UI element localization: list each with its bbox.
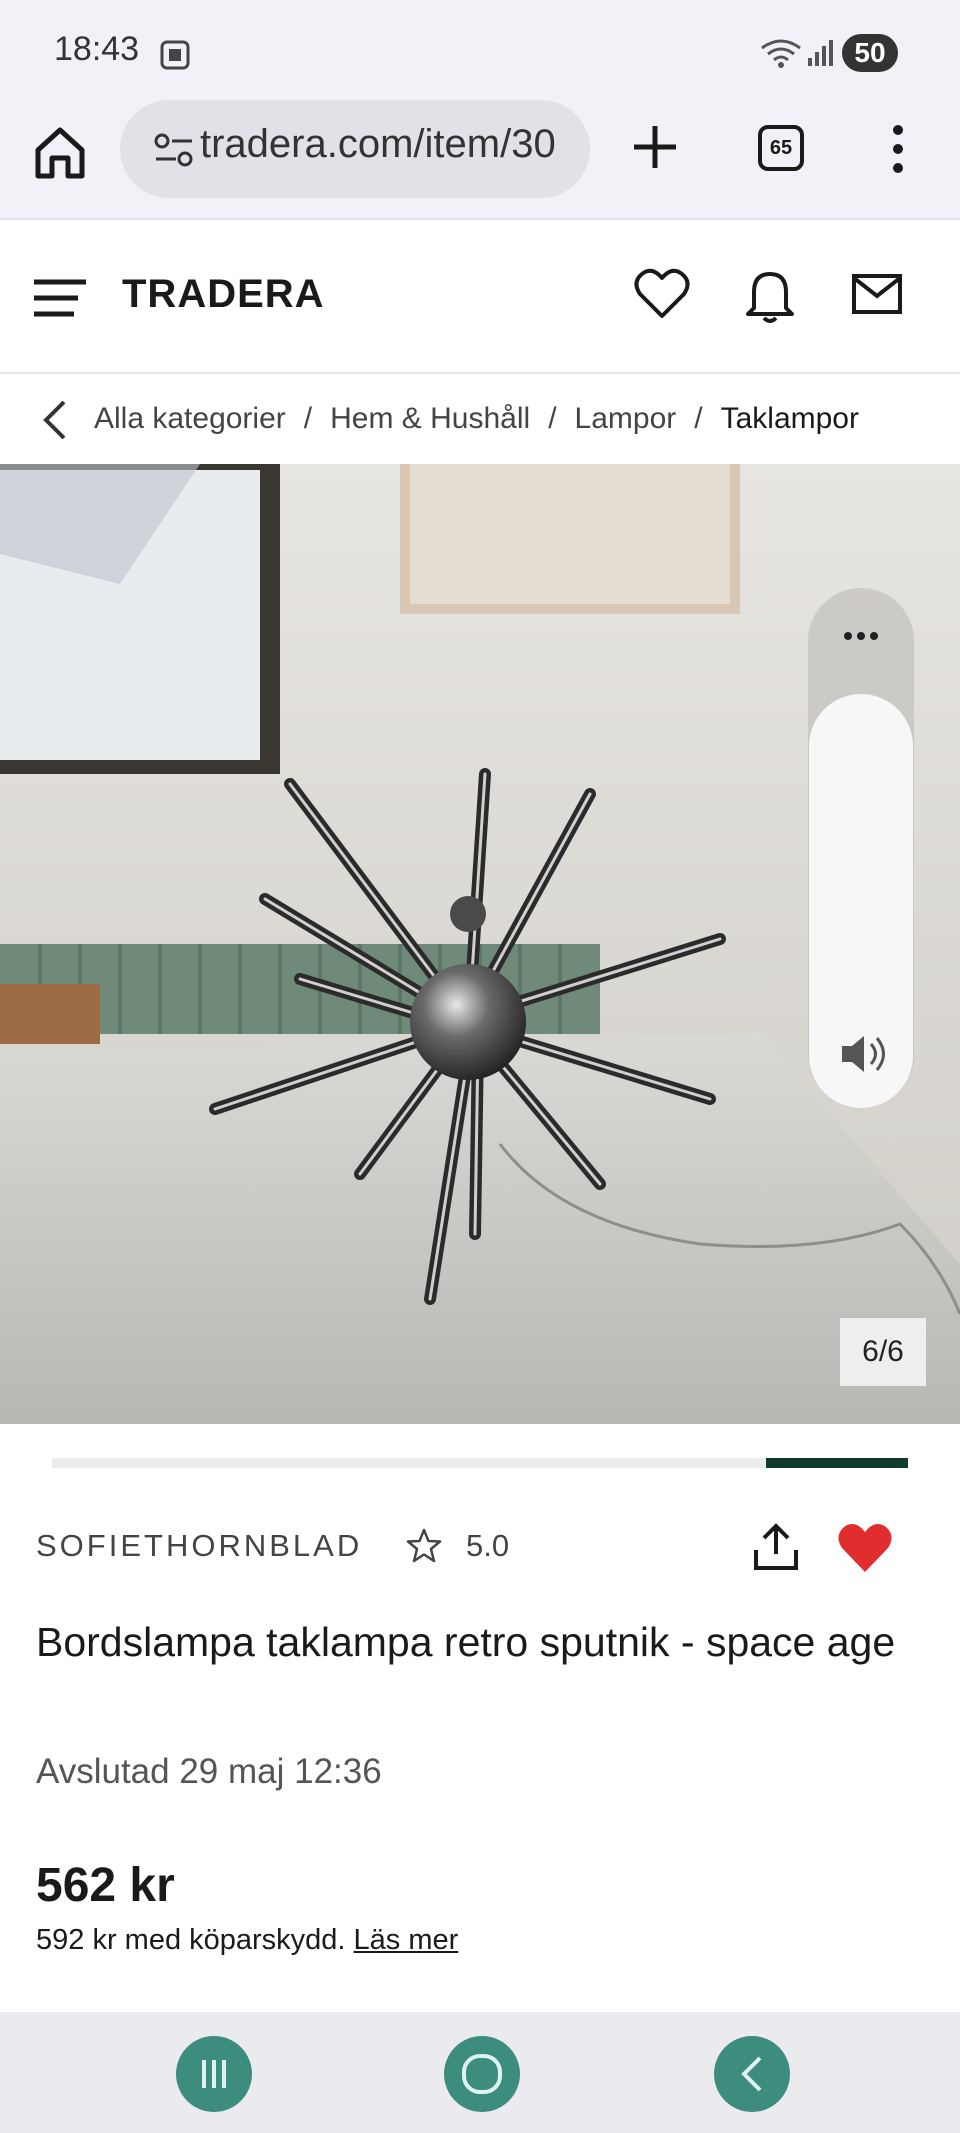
breadcrumb-item-lamps[interactable]: Lampor [575,402,677,436]
favorite-heart-icon[interactable] [836,1522,894,1574]
more-vert-icon[interactable] [888,122,908,176]
seller-rating: 5.0 [466,1528,510,1563]
auction-end-status: Avslutad 29 maj 12:36 [36,1752,382,1791]
seller-name[interactable]: SOFIETHORNBLAD [36,1528,362,1564]
browser-toolbar: tradera.com/item/30 65 [0,100,960,220]
tradera-logo[interactable]: TRADERA [122,272,325,317]
plus-icon[interactable] [630,122,680,172]
breadcrumb-separator: / [303,402,313,435]
battery-indicator: 50 [842,34,898,72]
recents-button[interactable] [176,2036,252,2112]
url-text[interactable]: tradera.com/item/30 [200,122,580,167]
breadcrumb-list: Alla kategorier / Hem & Hushåll / Lampor / Tak… [94,402,859,436]
back-nav-button[interactable] [714,2036,790,2112]
breadcrumb-separator: / [548,402,557,435]
site-settings-icon[interactable] [154,133,194,167]
site-header: TRADERA [0,222,960,374]
chevron-left-icon[interactable] [42,400,68,440]
home-circle-icon [462,2054,502,2094]
seller-row: SOFIETHORNBLAD 5.0 [36,1522,916,1574]
star-icon [406,1528,442,1563]
recents-icon [202,2060,226,2088]
home-icon[interactable] [30,122,90,182]
wifi-icon [761,39,801,68]
tabs-icon[interactable]: 65 [758,125,804,171]
buyer-protection-text: 592 kr med köparskydd. [36,1924,346,1956]
gallery-progress-track [52,1458,908,1468]
breadcrumb-item-ceiling-lamps[interactable]: Taklampor [721,402,859,436]
product-image-gallery[interactable]: 6/6 [0,464,960,1424]
signal-icon [808,40,833,66]
system-navigation-bar [0,2012,960,2133]
bell-icon[interactable] [744,266,796,324]
menu-icon[interactable] [34,278,86,318]
share-icon[interactable] [750,1522,802,1574]
volume-control[interactable] [808,588,914,1108]
item-price: 562 kr [36,1859,175,1912]
breadcrumb-item-all-categories[interactable]: Alla kategorier [94,402,286,436]
breadcrumb-item-home-household[interactable]: Hem & Hushåll [330,402,530,436]
breadcrumb: Alla kategorier / Hem & Hushåll / Lampor / Tak… [0,376,960,464]
heart-icon[interactable] [634,268,690,320]
address-bar[interactable]: tradera.com/item/30 [120,100,590,198]
mail-icon[interactable] [852,274,902,314]
status-bar: 18:43 50 [0,0,960,100]
back-icon [741,2056,762,2092]
gallery-progress-fill [765,1458,908,1468]
read-more-link[interactable]: Läs mer [354,1924,459,1956]
screenshot-icon [160,40,190,70]
breadcrumb-separator: / [694,402,703,435]
item-title: Bordslampa taklampa retro sputnik - spac… [36,1619,896,1665]
home-nav-button[interactable] [444,2036,520,2112]
image-counter: 6/6 [840,1318,926,1386]
buyer-protection-note: 592 kr med köparskydd. Läs mer [36,1924,458,1957]
status-time: 18:43 [54,30,140,68]
